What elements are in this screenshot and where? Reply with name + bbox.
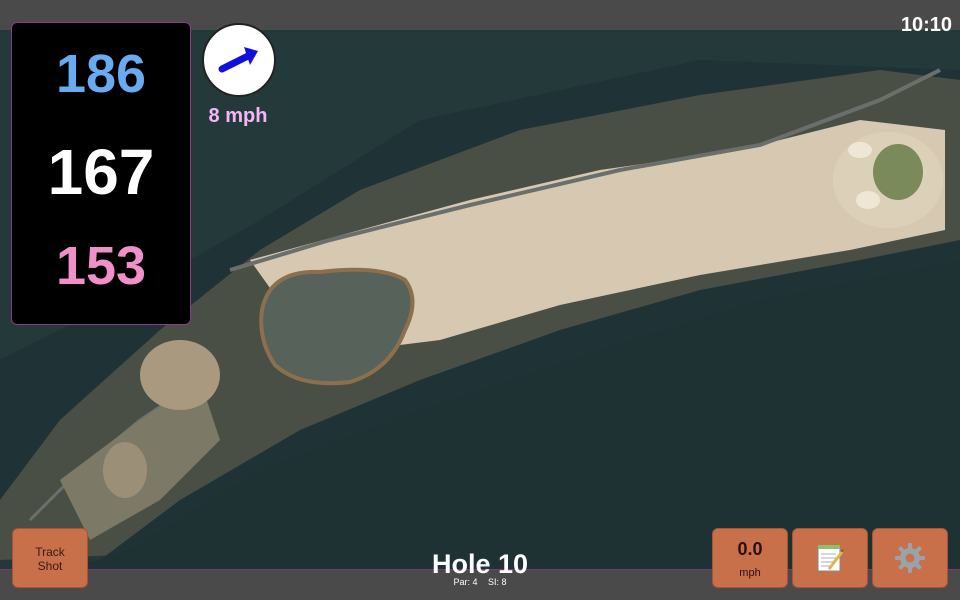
track-shot-button[interactable]: Track Shot [12, 528, 88, 588]
wind-arrow-icon [218, 47, 258, 73]
middle-distance: 167 [47, 136, 155, 208]
hole-par: Par: 4 [453, 577, 478, 587]
front-distance: 153 [55, 236, 147, 296]
clock: 10:10 [900, 14, 952, 36]
gear-icon [895, 543, 925, 573]
back-distance: 186 [55, 44, 147, 104]
hole-info: Par: 4 SI: 8 [380, 577, 580, 587]
speed-button[interactable]: 0.0 mph [712, 528, 788, 588]
track-shot-label-line1: Track [35, 545, 65, 559]
wind-speed: 8 mph [208, 105, 268, 127]
hole-title: Hole 10 [431, 549, 529, 579]
track-shot-label-line2: Shot [37, 559, 63, 573]
settings-button[interactable] [872, 528, 948, 588]
speed-value: 0.0 [737, 539, 763, 559]
notes-button[interactable] [792, 528, 868, 588]
speed-unit: mph [739, 567, 761, 579]
wind-indicator [202, 23, 276, 97]
hole-stroke-index: SI: 8 [488, 577, 507, 587]
notepad-icon [817, 545, 844, 572]
distance-panel: 186 167 153 [11, 22, 191, 325]
